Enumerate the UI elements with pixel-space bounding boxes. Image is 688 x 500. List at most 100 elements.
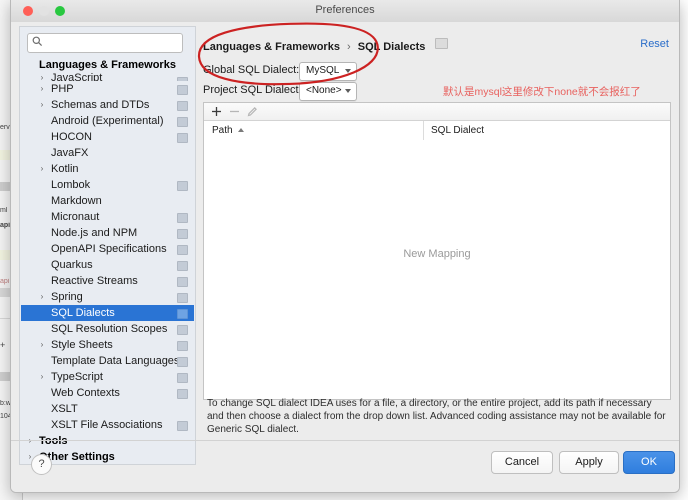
sidebar-item-javascript[interactable]: › JavaScript <box>21 73 194 81</box>
global-sql-dialect-row: Global SQL Dialect: MySQL <box>203 62 373 81</box>
sidebar-item-label: Kotlin <box>51 163 79 175</box>
empty-table-placeholder: New Mapping <box>403 248 471 260</box>
sidebar-item-label: Schemas and DTDs <box>51 99 150 111</box>
sidebar-item-php[interactable]: › PHP <box>21 81 194 97</box>
sidebar-item-label: Web Contexts <box>51 387 120 399</box>
dialog-footer: ? Cancel Apply OK <box>11 440 679 492</box>
project-scope-icon <box>177 389 188 399</box>
annotation-text: 默认是mysql这里修改下none就不会报红了 <box>443 86 641 98</box>
ok-button[interactable]: OK <box>623 451 675 474</box>
sidebar-item-android-experimental[interactable]: Android (Experimental) <box>21 113 194 129</box>
column-divider[interactable] <box>423 121 424 140</box>
sidebar-item-xslt[interactable]: XSLT <box>21 401 194 417</box>
sidebar-item-sql-dialects[interactable]: SQL Dialects <box>21 305 194 321</box>
column-header-dialect-label: SQL Dialect <box>431 125 484 136</box>
sidebar-item-label: HOCON <box>51 131 92 143</box>
chevron-down-icon <box>345 89 351 93</box>
cancel-button[interactable]: Cancel <box>491 451 553 474</box>
project-scope-icon <box>177 421 188 431</box>
column-header-path[interactable]: Path <box>212 125 244 136</box>
sidebar-item-label: Quarkus <box>51 259 93 271</box>
breadcrumb-parent[interactable]: Languages & Frameworks <box>203 41 340 53</box>
sidebar-item-label: Reactive Streams <box>51 275 138 287</box>
column-header-path-label: Path <box>212 125 233 136</box>
sidebar-item-xslt-file-associations[interactable]: XSLT File Associations <box>21 417 194 433</box>
expand-arrow-icon[interactable]: › <box>35 337 49 353</box>
breadcrumb-separator: › <box>347 41 351 53</box>
project-scope-icon <box>177 245 188 255</box>
sidebar-item-hocon[interactable]: HOCON <box>21 129 194 145</box>
sidebar-item-lombok[interactable]: Lombok <box>21 177 194 193</box>
project-sql-dialect-dropdown[interactable]: <None> <box>299 82 357 101</box>
project-scope-icon <box>177 181 188 191</box>
project-scope-icon <box>177 325 188 335</box>
sidebar-item-openapi-specifications[interactable]: OpenAPI Specifications <box>21 241 194 257</box>
expand-arrow-icon[interactable]: › <box>35 289 49 305</box>
project-scope-icon <box>177 309 188 319</box>
project-scope-icon <box>177 277 188 287</box>
reset-link[interactable]: Reset <box>640 38 669 50</box>
project-scope-icon <box>435 38 449 49</box>
settings-tree[interactable]: Languages & Frameworks › JavaScript › PHP › Sc… <box>21 57 194 463</box>
project-scope-icon <box>177 341 188 351</box>
sidebar-item-reactive-streams[interactable]: Reactive Streams <box>21 273 194 289</box>
expand-arrow-icon[interactable]: › <box>35 97 49 113</box>
search-input[interactable] <box>45 34 174 52</box>
mapping-table: Path SQL Dialect New Mapping <box>203 102 671 400</box>
expand-arrow-icon[interactable]: › <box>35 369 49 385</box>
search-field[interactable] <box>27 33 183 53</box>
apply-button[interactable]: Apply <box>559 451 619 474</box>
search-icon <box>32 34 43 52</box>
settings-sidebar: Languages & Frameworks › JavaScript › PHP › Sc… <box>19 26 196 465</box>
project-sql-dialect-label: Project SQL Dialect: <box>203 84 302 96</box>
project-scope-icon <box>177 293 188 303</box>
window-titlebar: Preferences <box>11 0 679 23</box>
project-scope-icon <box>177 117 188 127</box>
project-sql-dialect-row: Project SQL Dialect: <None> <box>203 82 373 101</box>
sidebar-item-web-contexts[interactable]: Web Contexts <box>21 385 194 401</box>
footer-divider <box>11 440 679 441</box>
sidebar-item-label: Lombok <box>51 179 91 191</box>
sidebar-item-label: TypeScript <box>51 371 103 383</box>
expand-arrow-icon[interactable]: › <box>35 81 49 97</box>
add-mapping-button[interactable] <box>210 105 224 118</box>
sidebar-item-schemas-and-dtds[interactable]: › Schemas and DTDs <box>21 97 194 113</box>
table-header-row: Path SQL Dialect <box>204 121 670 141</box>
edit-mapping-button[interactable] <box>246 105 260 118</box>
sidebar-item-label: JavaFX <box>51 147 89 159</box>
sidebar-item-javafx[interactable]: JavaFX <box>21 145 194 161</box>
breadcrumb: Languages & Frameworks › SQL Dialects <box>203 38 449 53</box>
sidebar-item-label: Micronaut <box>51 211 100 223</box>
remove-mapping-button[interactable] <box>228 105 242 118</box>
expand-arrow-icon[interactable]: › <box>35 161 49 177</box>
help-button[interactable]: ? <box>31 454 52 475</box>
table-body[interactable]: New Mapping <box>204 140 670 399</box>
sidebar-item-sql-resolution-scopes[interactable]: SQL Resolution Scopes <box>21 321 194 337</box>
sort-ascending-icon <box>237 128 244 132</box>
sidebar-item-label: JavaScript <box>51 73 103 81</box>
sidebar-item-label: Style Sheets <box>51 339 113 351</box>
column-header-dialect[interactable]: SQL Dialect <box>431 125 484 136</box>
dialog-body: Languages & Frameworks › JavaScript › PHP › Sc… <box>11 22 679 492</box>
sidebar-item-label: Node.js and NPM <box>51 227 138 239</box>
sidebar-item-label: SQL Dialects <box>51 307 115 319</box>
sidebar-item-template-data-languages[interactable]: Template Data Languages <box>21 353 194 369</box>
sidebar-item-languages-frameworks[interactable]: Languages & Frameworks <box>21 57 194 73</box>
sidebar-item-label: Spring <box>51 291 83 303</box>
sidebar-item-typescript[interactable]: › TypeScript <box>21 369 194 385</box>
sidebar-item-style-sheets[interactable]: › Style Sheets <box>21 337 194 353</box>
sidebar-item-spring[interactable]: › Spring <box>21 289 194 305</box>
sidebar-item-label: SQL Resolution Scopes <box>51 323 168 335</box>
sidebar-item-markdown[interactable]: Markdown <box>21 193 194 209</box>
sidebar-item-label: PHP <box>51 83 74 95</box>
hint-text: To change SQL dialect IDEA uses for a fi… <box>207 398 666 435</box>
global-sql-dialect-dropdown[interactable]: MySQL <box>299 62 357 81</box>
sidebar-item-kotlin[interactable]: › Kotlin <box>21 161 194 177</box>
sidebar-item-micronaut[interactable]: Micronaut <box>21 209 194 225</box>
chevron-down-icon <box>345 69 351 73</box>
breadcrumb-current: SQL Dialects <box>357 41 426 53</box>
expand-arrow-icon[interactable]: › <box>35 73 49 81</box>
sidebar-item-quarkus[interactable]: Quarkus <box>21 257 194 273</box>
sidebar-item-label: XSLT File Associations <box>51 419 163 431</box>
sidebar-item-node-js-and-npm[interactable]: Node.js and NPM <box>21 225 194 241</box>
